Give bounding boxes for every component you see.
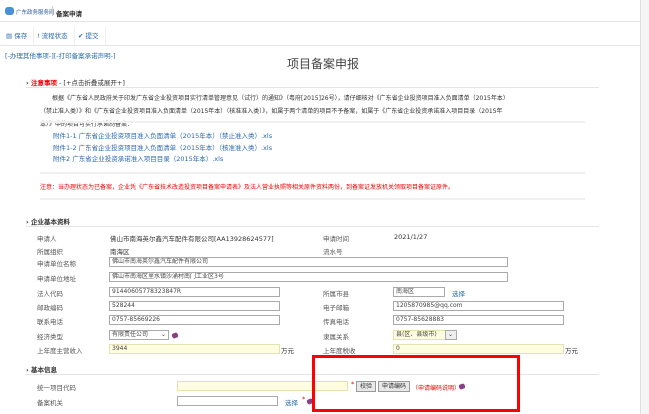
logo-icon <box>5 7 14 15</box>
authority-input[interactable] <box>177 396 278 406</box>
page-title: 项目备案申报 <box>287 57 360 71</box>
divider <box>0 45 640 46</box>
applicant-value: 佛山市南海英尔鑫汽车配件有限公司[AA13928624577] <box>110 235 274 243</box>
postcode-input[interactable]: 528244 <box>109 301 280 311</box>
phone-input[interactable]: 0757-85669226 <box>109 315 280 325</box>
chevron-down-icon[interactable]: ⌄ <box>445 330 457 340</box>
chevron-down-icon: ⌄ <box>160 331 166 338</box>
org-label: 所属组织 <box>37 248 63 256</box>
econ-type-select[interactable]: 有限责任公司 ⌄ <box>109 330 169 340</box>
app-header: 广东政务服务网 备案申请 <box>0 0 640 22</box>
email-label: 电子邮箱 <box>323 304 349 312</box>
address-label: 申请单位地址 <box>37 275 76 283</box>
tax-unit: 万元 <box>565 347 578 355</box>
divider <box>40 172 585 174</box>
authority-select-link[interactable]: 选择 <box>285 397 298 407</box>
company-name-input[interactable]: 佛山市南海英尔鑫汽车配件有限公司 <box>109 257 508 267</box>
apply-time-label: 申请时间 <box>323 235 349 243</box>
affiliation-label: 隶属关系 <box>323 333 349 341</box>
check-icon: ✔ <box>78 32 86 40</box>
divider <box>52 6 53 16</box>
company-address-input[interactable]: 佛山市南海区里水镇沙涌村南门工业区3号 <box>109 272 508 282</box>
fax-input[interactable]: 0757-85628883 <box>393 315 564 325</box>
top-links[interactable]: [-办理其他事项-][-打印备案承诺声明-] <box>5 50 116 60</box>
revenue-input[interactable]: 3944 <box>109 344 280 354</box>
divider <box>40 198 585 200</box>
section-basic: › 基本信息 <box>26 366 57 374</box>
logo-text: 广东政务服务网 <box>16 10 55 16</box>
warning-text: 注意：当办理状态为已备案，企业凭《广东省技术改造投资项目备案申请表》及法人营业执… <box>40 184 455 191</box>
econ-type-label: 经济类型 <box>37 333 63 341</box>
phone-label: 联系电话 <box>37 318 63 326</box>
highlight-box <box>312 355 520 412</box>
name-label: 申请单位名称 <box>37 260 76 268</box>
notice-paragraph: 根据《广东省人民政府关于印发广东省企业投资项目实行清单管理意见（试行）的通知》（… <box>40 95 509 128</box>
scrollbar[interactable] <box>640 0 649 414</box>
applicant-label: 申请人 <box>37 235 57 243</box>
county-label: 所属市县 <box>323 290 349 298</box>
help-icon[interactable] <box>171 332 179 339</box>
legal-code-label: 法人代码 <box>37 290 63 298</box>
email-input[interactable]: 1205870985@qq.com <box>393 301 564 311</box>
org-value: 南海区 <box>110 248 130 256</box>
county-select-link[interactable]: 选择 <box>452 288 465 298</box>
revenue-label: 上年度主营收入 <box>37 347 83 355</box>
postcode-label: 邮政编码 <box>37 304 63 312</box>
required-mark: * <box>302 395 306 403</box>
section-company: › 企业基本资料 <box>26 218 70 226</box>
tax-input[interactable]: 0 <box>393 344 564 354</box>
legal-code-input[interactable]: 91440605778323847R <box>109 287 280 297</box>
divider <box>26 87 599 88</box>
project-code-label: 统一项目代码 <box>37 384 76 392</box>
save-icon: ▤ <box>6 32 15 40</box>
save-button[interactable]: ▤ 保存 <box>0 27 35 45</box>
header-title: 备案申请 <box>56 10 82 18</box>
attachment-link[interactable]: 附件2 广东省企业投资承诺准入项目目录（2015年本）.xls <box>53 153 223 163</box>
authority-label: 备案机关 <box>37 399 63 407</box>
flow-status-button[interactable]: ! 流程状态 <box>31 27 75 45</box>
tax-label: 上年度税收 <box>323 347 356 355</box>
apply-time-value: 2021/1/27 <box>394 233 428 241</box>
attachment-link[interactable]: 附件1-2 广东省企业投资项目准入负面清单（2015年本）（核准准入类）.xls <box>53 142 272 152</box>
county-input[interactable]: 南海区 <box>393 287 445 297</box>
serial-label: 流水号 <box>323 248 343 256</box>
divider <box>26 226 599 227</box>
attachment-link[interactable]: 附件1-1 广东省企业投资项目准入负面清单（2015年本）（禁止准入类）.xls <box>53 130 272 140</box>
revenue-unit: 万元 <box>281 347 294 355</box>
divider <box>40 121 585 123</box>
fax-label: 传真电话 <box>323 318 349 326</box>
notice-header[interactable]: › 注意事项 - [+点击折叠或展开+] <box>26 77 125 87</box>
submit-button[interactable]: ✔ 提交 <box>72 27 106 45</box>
